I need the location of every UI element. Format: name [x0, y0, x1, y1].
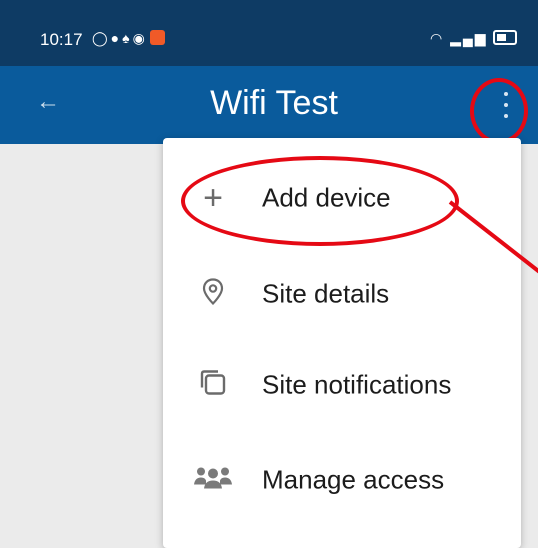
menu-item-label: Site details [262, 278, 390, 309]
status-notification-icons: ◯●♠◉ [92, 30, 165, 47]
app-icon: ◉ [132, 30, 148, 46]
menu-item-site-notifications[interactable]: Site notifications [163, 340, 521, 430]
app-bar: ← Wifi Test [0, 66, 538, 144]
annotation-circle-overflow [470, 78, 528, 144]
annotation-ellipse-add-device [181, 156, 459, 246]
whatsapp-icon: ◯ [92, 30, 111, 46]
status-time: 10:17 [40, 30, 83, 49]
shield-icon [149, 30, 165, 45]
menu-item-manage-access[interactable]: Manage access [163, 435, 521, 525]
page-title: Wifi Test [210, 84, 338, 122]
wifi-icon: ◠ [430, 30, 445, 46]
menu-item-label: Site notifications [262, 369, 452, 400]
signal-icon: ▂▄▆ [450, 30, 488, 46]
copy-icon [198, 368, 228, 403]
people-icon [193, 465, 233, 496]
menu-item-label: Manage access [262, 464, 445, 495]
status-bar: 10:17 ◯●♠◉ ◠ ▂▄▆ [0, 0, 538, 66]
notification-icon: ♠ [122, 30, 133, 46]
status-system-icons: ◠ ▂▄▆ [430, 30, 518, 47]
chat-icon: ● [110, 30, 123, 46]
menu-item-site-details[interactable]: Site details [163, 249, 521, 339]
battery-icon [493, 30, 518, 45]
location-pin-icon [202, 278, 224, 311]
